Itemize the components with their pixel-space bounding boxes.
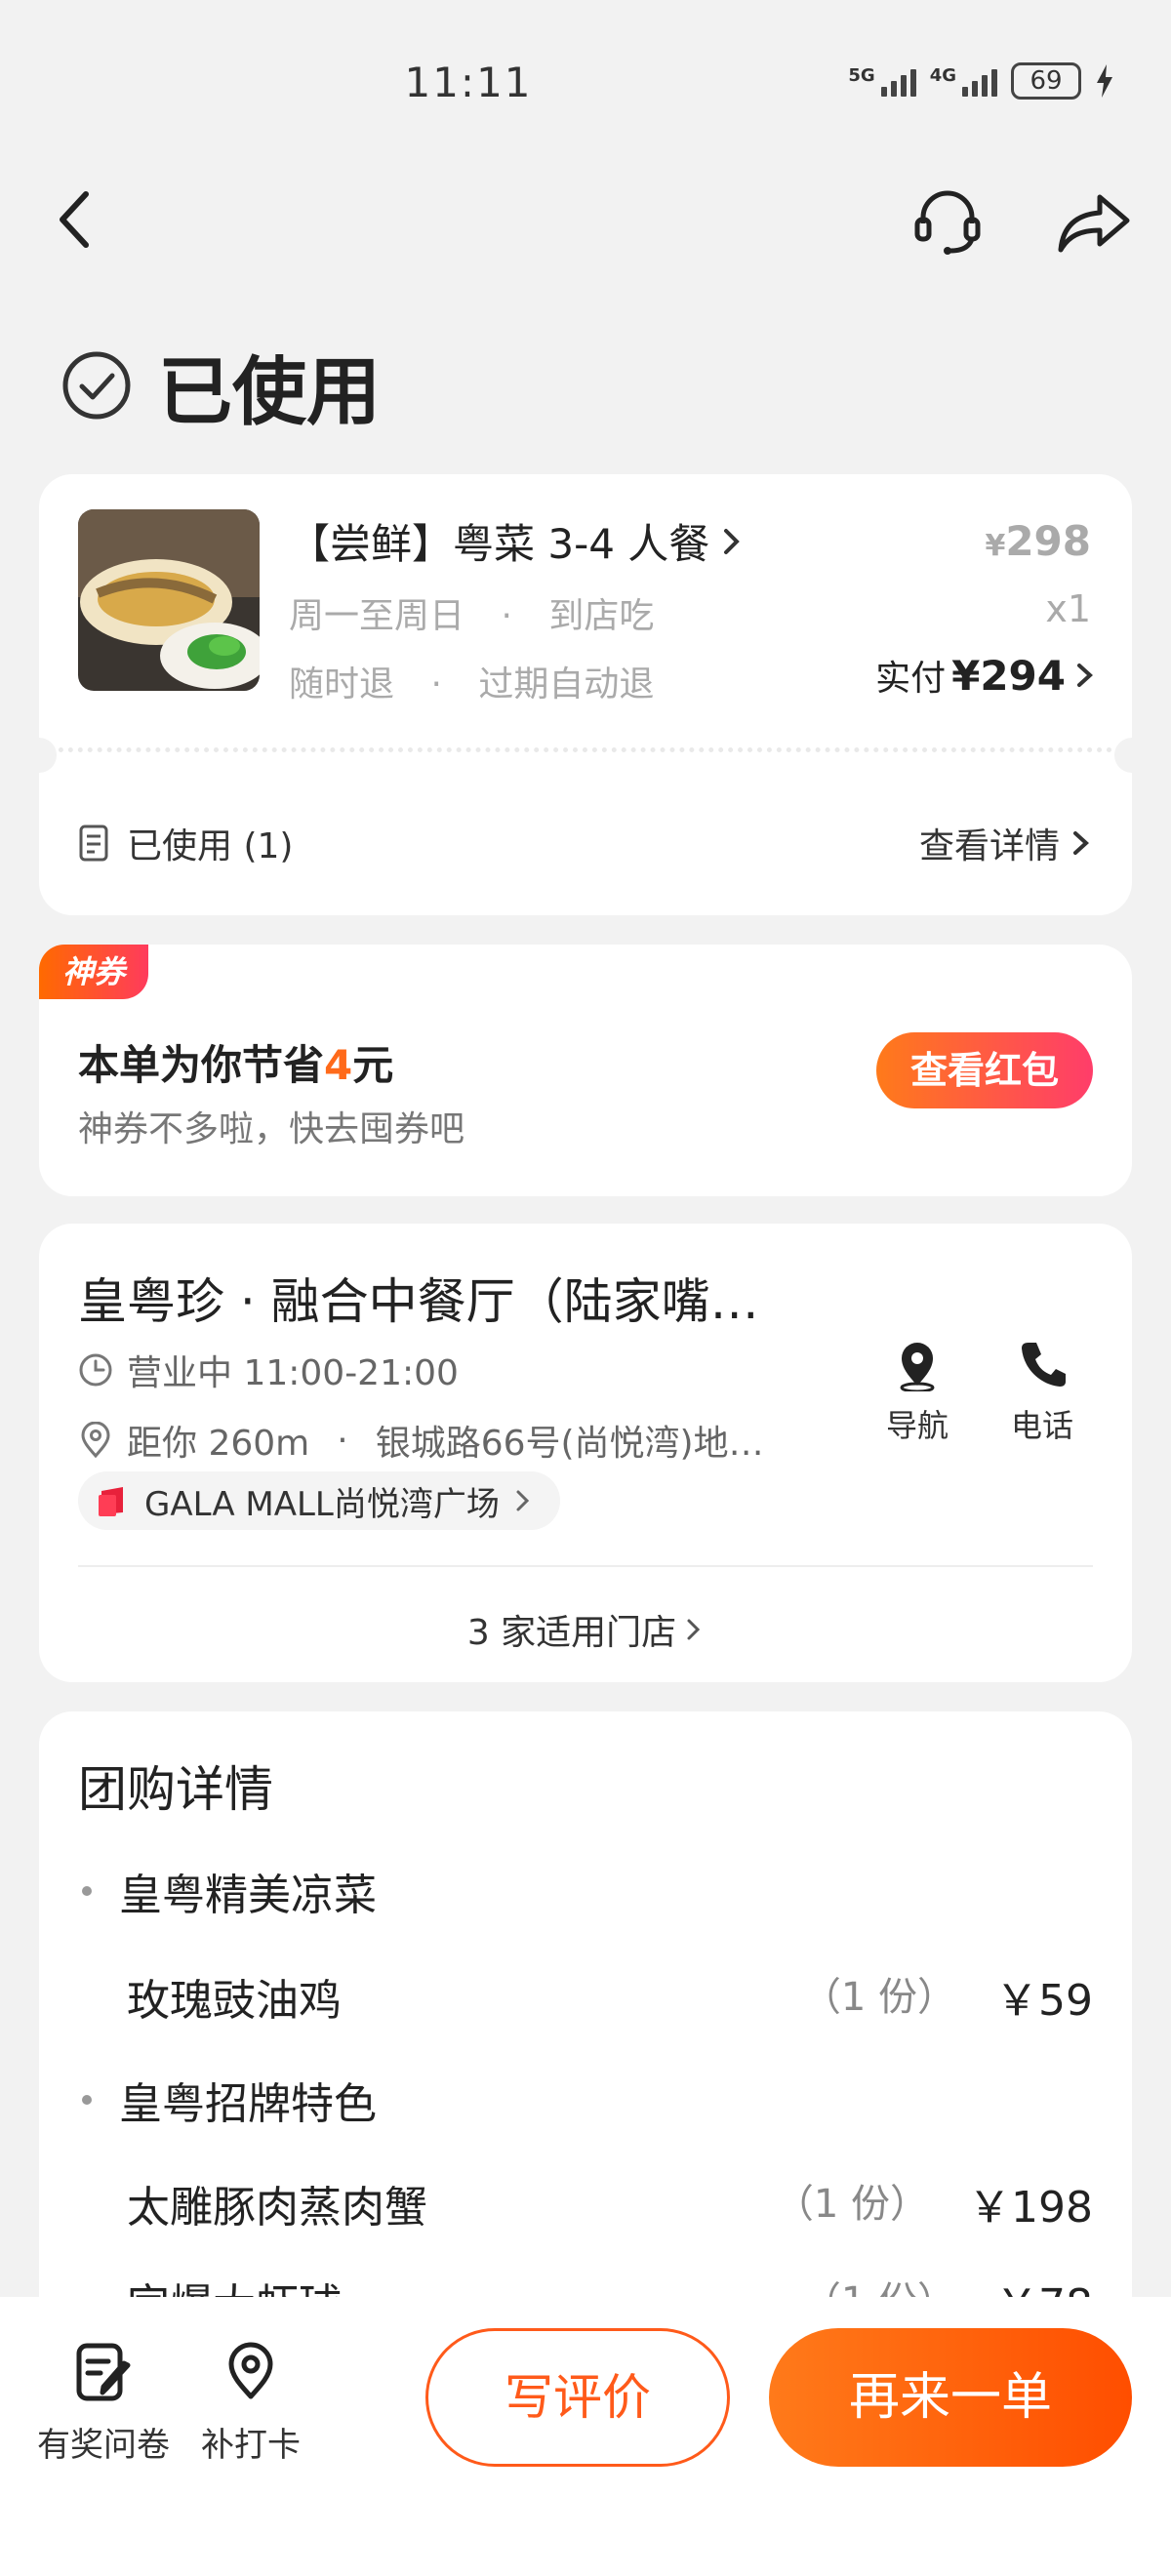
item-name: 太雕豚肉蒸肉蟹 xyxy=(127,2183,427,2233)
bullet-icon xyxy=(82,2095,92,2105)
chevron-right-icon xyxy=(1077,664,1093,687)
quantity: x1 xyxy=(1045,587,1091,630)
navigation-icon xyxy=(900,1343,935,1391)
view-details-label: 查看详情 xyxy=(918,826,1060,866)
location-checkin-icon xyxy=(228,2342,273,2399)
coupon-tag: 神券 xyxy=(39,945,148,999)
chevron-left-icon xyxy=(60,191,89,248)
chevron-right-icon xyxy=(724,528,741,554)
survey-label: 有奖问卷 xyxy=(37,2426,170,2465)
clock-icon xyxy=(79,1353,112,1387)
reorder-button[interactable]: 再来一单 xyxy=(769,2328,1132,2467)
order-status-heading: 已使用 xyxy=(61,332,381,439)
product-thumbnail[interactable] xyxy=(78,509,260,691)
checkin-label: 补打卡 xyxy=(201,2426,301,2465)
chevron-right-icon xyxy=(687,1619,701,1640)
share-arrow-icon xyxy=(1058,194,1130,253)
product-title-link[interactable]: 【尝鲜】粤菜 3-4 人餐 xyxy=(289,511,745,571)
order-status-label: 已使用 xyxy=(158,348,381,435)
checkin-button[interactable]: 补打卡 xyxy=(201,2340,301,2466)
signal-4g-icon: 4G xyxy=(930,65,997,97)
category-row: 皇粤精美凉菜 xyxy=(82,1860,377,1922)
usage-days: 周一至周日 xyxy=(289,596,465,636)
navigation-button[interactable]: 导航 xyxy=(868,1337,966,1446)
mall-name: GALA MALL尚悦湾广场 xyxy=(144,1484,500,1524)
bullet-icon xyxy=(82,1886,92,1896)
check-circle-icon xyxy=(62,351,131,420)
store-name[interactable]: 皇粤珍 · 融合中餐厅（陆家嘴… xyxy=(78,1263,759,1333)
item-portion: （1 份） xyxy=(774,2182,930,2227)
store-hours: 营业中 11:00-21:00 xyxy=(127,1353,459,1393)
menu-item: 玫瑰豉油鸡 （1 份） ￥59 xyxy=(127,1965,1093,2028)
store-divider xyxy=(78,1565,1093,1567)
store-distance: 距你 260m xyxy=(127,1424,310,1464)
expire-policy: 过期自动退 xyxy=(478,664,655,704)
used-count-label: 已使用 (1) xyxy=(127,826,294,866)
navigation-label: 导航 xyxy=(885,1407,949,1444)
savings-amount: 4 xyxy=(324,1041,353,1089)
product-title: 【尝鲜】粤菜 3-4 人餐 xyxy=(289,520,710,568)
view-red-packet-button[interactable]: 查看红包 xyxy=(876,1032,1093,1108)
survey-edit-icon xyxy=(76,2343,131,2401)
headset-icon xyxy=(914,190,981,255)
status-indicators: 5G 4G 69 xyxy=(848,62,1114,100)
category-name: 皇粤招牌特色 xyxy=(119,2079,377,2129)
usage-info: 周一至周日 · 到店吃 xyxy=(289,596,655,636)
paid-amount: ¥294 xyxy=(951,651,1066,700)
paid-amount-link[interactable]: 实付 ¥294 xyxy=(875,650,1097,701)
refund-info: 随时退 · 过期自动退 xyxy=(289,664,655,704)
store-hours-row: 营业中 11:00-21:00 xyxy=(78,1345,459,1395)
shopping-bag-icon xyxy=(99,1487,123,1516)
status-time: 11:11 xyxy=(404,59,533,106)
perforation-divider xyxy=(39,747,1132,763)
battery-icon: 69 xyxy=(1011,62,1081,100)
phone-label: 电话 xyxy=(1010,1407,1073,1444)
item-name: 玫瑰豉油鸡 xyxy=(127,1976,342,2026)
original-price: ¥298 xyxy=(985,517,1091,565)
item-price: ￥59 xyxy=(995,1976,1093,2026)
applicable-stores-label: 3 家适用门店 xyxy=(466,1613,677,1653)
phone-icon xyxy=(1022,1343,1066,1387)
menu-item: 太雕豚肉蒸肉蟹 （1 份） ￥198 xyxy=(127,2172,1093,2234)
savings-subtitle: 神券不多啦，快去囤券吧 xyxy=(78,1109,465,1149)
savings-title: 本单为你节省4元 xyxy=(78,1041,394,1089)
signal-5g-icon: 5G xyxy=(848,65,916,97)
used-count-row: 已使用 (1) xyxy=(78,818,293,868)
store-address: 银城路66号(尚悦湾)地… xyxy=(375,1424,764,1464)
back-button[interactable] xyxy=(45,185,103,254)
location-pin-icon xyxy=(81,1422,110,1459)
charging-icon xyxy=(1097,64,1112,98)
phone-button[interactable]: 电话 xyxy=(993,1337,1091,1446)
category-name: 皇粤精美凉菜 xyxy=(119,1871,377,1920)
ticket-notch-left xyxy=(21,738,57,773)
survey-button[interactable]: 有奖问卷 xyxy=(37,2340,170,2466)
chevron-right-icon xyxy=(1073,831,1089,855)
mall-chip[interactable]: GALA MALL尚悦湾广场 xyxy=(78,1471,560,1530)
refund-policy: 随时退 xyxy=(289,664,395,704)
view-details-link[interactable]: 查看详情 xyxy=(919,818,1093,868)
write-review-button[interactable]: 写评价 xyxy=(425,2328,730,2467)
category-row: 皇粤招牌特色 xyxy=(82,2069,377,2131)
share-button[interactable] xyxy=(1054,185,1134,262)
applicable-stores-link[interactable]: 3 家适用门店 xyxy=(0,1604,1171,1655)
store-address-row[interactable]: 距你 260m · 银城路66号(尚悦湾)地… xyxy=(78,1415,764,1466)
customer-service-button[interactable] xyxy=(908,183,988,262)
receipt-icon xyxy=(79,825,108,862)
item-price: ￥198 xyxy=(968,2183,1093,2233)
group-details-title: 团购详情 xyxy=(78,1761,273,1818)
chevron-right-icon xyxy=(516,1490,529,1511)
dine-type: 到店吃 xyxy=(548,596,655,636)
paid-label: 实付 xyxy=(875,659,947,699)
ticket-notch-right xyxy=(1114,738,1150,773)
item-portion: （1 份） xyxy=(801,1975,956,2020)
